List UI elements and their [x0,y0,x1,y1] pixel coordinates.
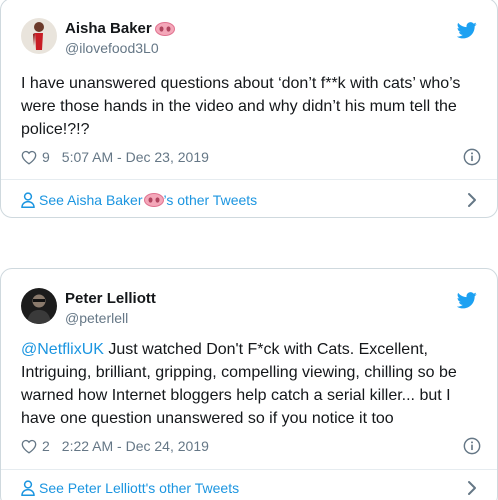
footer-link-label: See Peter Lelliott's other Tweets [39,480,240,496]
avatar[interactable] [21,18,57,54]
divider [1,179,497,180]
info-circle-icon[interactable] [463,148,481,166]
person-outline-icon [21,192,35,208]
chevron-right-icon[interactable] [467,480,477,496]
see-other-tweets-link[interactable]: See Peter Lelliott's other Tweets [21,477,481,499]
divider [1,469,497,470]
timestamp[interactable]: 5:07 AM - Dec 23, 2019 [62,149,209,165]
timestamp[interactable]: 2:22 AM - Dec 24, 2019 [62,438,209,454]
user-handle[interactable]: @ilovefood3L0 [65,40,159,56]
avatar[interactable] [21,288,57,324]
name-row: Peter Lelliott [65,290,156,307]
like-count[interactable]: 2 [42,438,50,454]
tweet-header: Peter Lelliott @peterlell [21,288,479,328]
heart-outline-icon[interactable] [21,439,37,454]
mention-link[interactable]: @NetflixUK [21,341,104,358]
twitter-bird-icon[interactable] [457,292,477,309]
person-outline-icon [21,480,35,496]
display-name[interactable]: Aisha Baker [65,20,152,37]
tweet-card: Aisha Baker @ilovefood3L0 I have unanswe… [0,0,498,218]
heart-outline-icon[interactable] [21,150,37,165]
name-row: Aisha Baker [65,20,175,37]
user-handle[interactable]: @peterlell [65,310,128,326]
footer-link-label: See Aisha Baker [39,192,143,208]
tweet-text: I have unanswered questions about ‘don’t… [21,72,481,141]
tweet-text: @NetflixUK Just watched Don't F*ck with … [21,338,481,430]
chevron-right-icon[interactable] [467,192,477,208]
see-other-tweets-link[interactable]: See Aisha Baker ’s other Tweets [21,189,481,211]
display-name[interactable]: Peter Lelliott [65,290,156,307]
pig-nose-emoji-icon [143,193,164,207]
tweet-meta: 9 5:07 AM - Dec 23, 2019 [21,148,481,166]
like-count[interactable]: 9 [42,149,50,165]
tweet-body: I have unanswered questions about ‘don’t… [21,75,461,138]
pig-nose-emoji-icon [154,21,175,36]
info-circle-icon[interactable] [463,437,481,455]
tweet-card: Peter Lelliott @peterlell @NetflixUK Jus… [0,268,498,500]
twitter-bird-icon[interactable] [457,22,477,39]
tweet-header: Aisha Baker @ilovefood3L0 [21,18,479,58]
footer-link-suffix: ’s other Tweets [163,192,258,208]
tweet-meta: 2 2:22 AM - Dec 24, 2019 [21,437,481,455]
